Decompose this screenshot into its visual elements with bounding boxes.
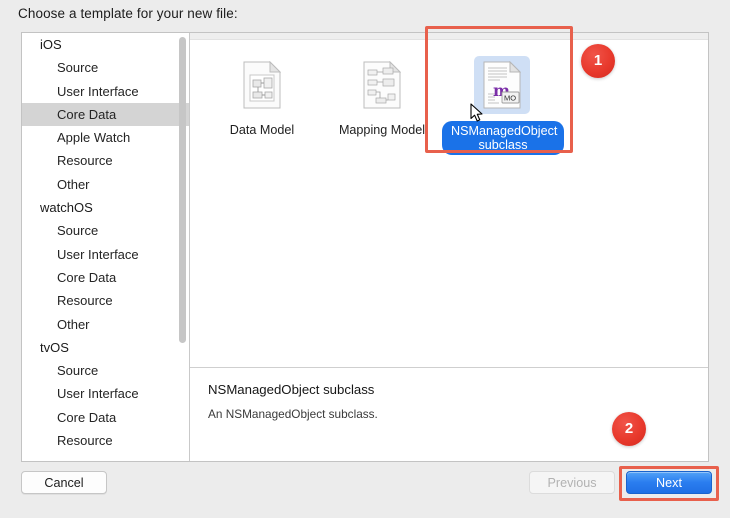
dialog-button-bar: Cancel Previous Next [0,462,730,518]
sidebar-item-label: Other [57,316,90,332]
nsmanagedobject-icon: m MO [483,61,521,109]
data-model-thumb [234,56,290,114]
template-grid: Data Model Mapping Model m MO NSManagedO… [190,40,708,367]
grid-top-strip [190,33,708,40]
sidebar-item-user-interface[interactable]: User Interface [22,243,189,266]
sidebar-item-label: Resource [57,153,113,169]
sidebar-item-label: tvOS [40,339,69,355]
new-file-template-dialog: Choose a template for your new file: iOS… [0,0,730,518]
next-button[interactable]: Next [626,471,712,494]
sidebar-item-label: Source [57,363,99,379]
sidebar-item-label: Apple Watch [57,130,131,146]
sidebar-item-label: Source [57,60,99,76]
template-chooser-frame: iOS Source User Interface Core Data Apple Wa… [21,32,709,462]
sidebar-item-label: Resource [57,433,113,449]
sidebar-item-core-data[interactable]: Core Data [22,406,189,429]
sidebar-item-source[interactable]: Source [22,56,189,79]
previous-button: Previous [529,471,615,494]
dialog-prompt: Choose a template for your new file: [18,6,238,21]
data-model-icon [243,61,281,109]
sidebar-item-resource[interactable]: Resource [22,289,189,312]
sidebar-item-label: Other [57,176,90,192]
sidebar-item-source[interactable]: Source [22,219,189,242]
nsmanagedobject-thumb: m MO [474,56,530,114]
description-body: An NSManagedObject subclass. [208,407,378,421]
sidebar-item-label: Core Data [57,269,117,285]
sidebar-item-label: User Interface [57,83,139,99]
sidebar-item-ios[interactable]: iOS [22,33,189,56]
cancel-button[interactable]: Cancel [21,471,107,494]
sidebar-item-label: User Interface [57,246,139,262]
sidebar-scrollbar-thumb[interactable] [179,37,186,343]
template-label: Mapping Model [338,123,426,137]
sidebar-item-label: watchOS [40,200,93,216]
platform-sidebar[interactable]: iOS Source User Interface Core Data Apple Wa… [22,33,190,461]
sidebar-item-watchos[interactable]: watchOS [22,196,189,219]
sidebar-item-core-data[interactable]: Core Data [22,102,189,127]
sidebar-item-label: User Interface [57,386,139,402]
sidebar-item-resource[interactable]: Resource [22,149,189,172]
sidebar-scrollbar[interactable] [178,35,187,461]
mapping-model-icon [363,61,401,109]
template-item-mapping-model[interactable]: Mapping Model [322,54,442,139]
sidebar-item-label: iOS [40,37,62,52]
template-description: NSManagedObject subclass An NSManagedObj… [190,368,708,461]
sidebar-item-label: Source [57,223,99,239]
template-label: Data Model [229,123,295,137]
sidebar-item-resource[interactable]: Resource [22,429,189,452]
sidebar-item-source[interactable]: Source [22,359,189,382]
template-item-data-model[interactable]: Data Model [202,54,322,139]
sidebar-item-label: Core Data [57,409,117,425]
template-item-nsmanagedobject-subclass[interactable]: m MO NSManagedObject subclass [442,54,564,155]
template-pane: Data Model Mapping Model m MO NSManagedO… [190,33,708,461]
sidebar-item-user-interface[interactable]: User Interface [22,80,189,103]
sidebar-item-other[interactable]: Other [22,313,189,336]
sidebar-item-tvos[interactable]: tvOS [22,336,189,359]
sidebar-item-apple-watch[interactable]: Apple Watch [22,126,189,149]
sidebar-item-label: Resource [57,293,113,309]
sidebar-item-label: Core Data [57,106,117,122]
mapping-model-thumb [354,56,410,114]
sidebar-item-user-interface[interactable]: User Interface [22,382,189,405]
svg-text:MO: MO [504,94,516,103]
template-label: NSManagedObject subclass [442,121,564,155]
sidebar-item-core-data[interactable]: Core Data [22,266,189,289]
sidebar-item-other[interactable]: Other [22,173,189,196]
description-title: NSManagedObject subclass [208,382,375,397]
sidebar-list: iOS Source User Interface Core Data Apple Wa… [22,33,189,452]
